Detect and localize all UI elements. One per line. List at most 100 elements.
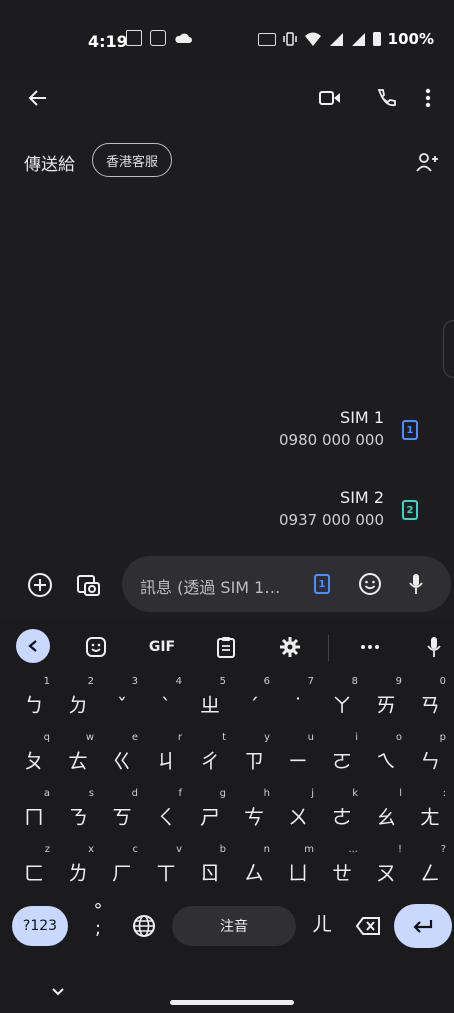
gear-icon — [280, 637, 300, 657]
key-row3-1[interactable]: sㄋ — [56, 788, 100, 836]
backspace-key[interactable] — [350, 908, 386, 944]
key-row3-7[interactable]: kㄜ — [320, 788, 364, 836]
key-label: ㄚ — [332, 693, 352, 717]
settings-button[interactable] — [272, 629, 308, 665]
key-row1-0[interactable]: 1ㄅ — [12, 676, 56, 724]
key-row3-4[interactable]: gㄕ — [188, 788, 232, 836]
key-label: ㄓ — [200, 693, 220, 717]
more-button[interactable] — [352, 629, 388, 665]
keyboard-mic-button[interactable] — [416, 629, 452, 665]
key-row4-9[interactable]: ? ㄥ — [408, 844, 452, 892]
key-row1-5[interactable]: 6ˊ — [232, 676, 276, 724]
key-label: ㄑ — [156, 805, 176, 829]
key-hint: a — [43, 788, 50, 799]
key-hint: 4 — [175, 676, 182, 687]
key-label: ㄇ — [24, 805, 44, 829]
key-label: ㄉ — [68, 693, 88, 717]
key-row4-3[interactable]: vㄒ — [144, 844, 188, 892]
sim-title: SIM 1 — [340, 408, 384, 427]
sim-option-1[interactable]: SIM 1 0980 000 000 1 — [176, 408, 436, 449]
key-row1-7[interactable]: 8ㄚ — [320, 676, 364, 724]
key-row1-4[interactable]: 5ㄓ — [188, 676, 232, 724]
key-row2-5[interactable]: yㄗ — [232, 732, 276, 780]
recipient-chip[interactable]: 香港客服 — [92, 143, 172, 177]
globe-icon — [133, 915, 155, 937]
key-row4-7[interactable]: ... ㄝ — [320, 844, 364, 892]
key-row4-5[interactable]: nㄙ — [232, 844, 276, 892]
key-label: ˊ — [249, 694, 259, 718]
key-row1-6[interactable]: 7 ˙ — [276, 676, 320, 724]
key-row1-8[interactable]: 9ㄞ — [364, 676, 408, 724]
key-label: ˙ — [293, 694, 303, 718]
key-row1-3[interactable]: 4ˋ — [144, 676, 188, 724]
conversation-area: SIM 1 0980 000 000 1 SIM 2 0937 000 000 … — [0, 190, 454, 550]
collapse-toolbar-button[interactable] — [16, 629, 50, 663]
key-row3-2[interactable]: dㄎ — [100, 788, 144, 836]
edge-panel-handle[interactable] — [443, 320, 454, 378]
key-hint: 2 — [87, 676, 94, 687]
vibrate-icon — [282, 32, 297, 46]
key-row2-1[interactable]: wㄊ — [56, 732, 100, 780]
key-label: ㄧ — [288, 749, 308, 773]
sticker-button[interactable] — [78, 629, 114, 665]
gallery-button[interactable] — [70, 567, 106, 603]
key-row1-2[interactable]: 3ˇ — [100, 676, 144, 724]
key-row3-5[interactable]: hㄘ — [232, 788, 276, 836]
key-row2-9[interactable]: pㄣ — [408, 732, 452, 780]
key-row2-7[interactable]: iㄛ — [320, 732, 364, 780]
symbols-key[interactable]: ?123 — [12, 906, 68, 946]
key-row2-3[interactable]: rㄐ — [144, 732, 188, 780]
key-row4-0[interactable]: zㄈ — [12, 844, 56, 892]
attach-button[interactable] — [22, 567, 58, 603]
enter-key[interactable] — [394, 904, 452, 948]
hide-keyboard-button[interactable] — [40, 974, 76, 1010]
microphone-icon — [427, 637, 441, 657]
punctuation-key[interactable]: ° ; — [86, 902, 110, 948]
phone-call-button[interactable] — [368, 80, 404, 116]
key-row2-8[interactable]: oㄟ — [364, 732, 408, 780]
key-row4-6[interactable]: mㄩ — [276, 844, 320, 892]
emoji-button[interactable] — [352, 566, 388, 602]
key-row1-9[interactable]: 0ㄢ — [408, 676, 452, 724]
key-label: ㄤ — [420, 805, 440, 829]
er-key[interactable]: ㄦ — [306, 908, 338, 944]
key-row2-6[interactable]: uㄧ — [276, 732, 320, 780]
key-row4-8[interactable]: ! ㄡ — [364, 844, 408, 892]
sim-select-button[interactable]: 1 — [314, 574, 330, 594]
key-label: ㄕ — [200, 805, 220, 829]
key-row4-1[interactable]: xㄌ — [56, 844, 100, 892]
key-row4-2[interactable]: cㄏ — [100, 844, 144, 892]
key-row2-2[interactable]: eㄍ — [100, 732, 144, 780]
key-row2-4[interactable]: tㄔ — [188, 732, 232, 780]
key-hint: : — [442, 788, 446, 799]
key-row3-6[interactable]: jㄨ — [276, 788, 320, 836]
key-row3-8[interactable]: lㄠ — [364, 788, 408, 836]
space-key[interactable]: 注音 — [172, 906, 296, 946]
message-input[interactable]: 訊息 (透過 SIM 1… 1 — [122, 556, 451, 612]
microphone-icon — [409, 574, 423, 594]
key-hint: 6 — [263, 676, 270, 687]
video-call-button[interactable] — [312, 80, 348, 116]
key-hint: 8 — [351, 676, 358, 687]
key-row3-3[interactable]: fㄑ — [144, 788, 188, 836]
status-time: 4:19 — [88, 32, 128, 51]
key-label: ㄌ — [68, 861, 88, 885]
home-indicator[interactable] — [170, 1000, 294, 1005]
add-recipient-button[interactable] — [410, 144, 446, 180]
key-hint: 9 — [395, 676, 402, 687]
key-row4-4[interactable]: bㄖ — [188, 844, 232, 892]
key-row3-9[interactable]: :ㄤ — [408, 788, 452, 836]
more-options-button[interactable] — [416, 80, 440, 116]
key-row3-0[interactable]: aㄇ — [12, 788, 56, 836]
key-row1-1[interactable]: 2ㄉ — [56, 676, 100, 724]
key-hint: 7 — [307, 676, 314, 687]
language-key[interactable] — [126, 908, 162, 944]
compose-row: 訊息 (透過 SIM 1… 1 — [0, 555, 454, 615]
voice-input-button[interactable] — [398, 566, 434, 602]
gif-button[interactable]: GIF — [144, 629, 180, 665]
key-hint: v — [176, 844, 182, 855]
back-button[interactable] — [20, 80, 56, 116]
sim-option-2[interactable]: SIM 2 0937 000 000 2 — [176, 488, 436, 529]
clipboard-button[interactable] — [208, 629, 244, 665]
key-row2-0[interactable]: qㄆ — [12, 732, 56, 780]
